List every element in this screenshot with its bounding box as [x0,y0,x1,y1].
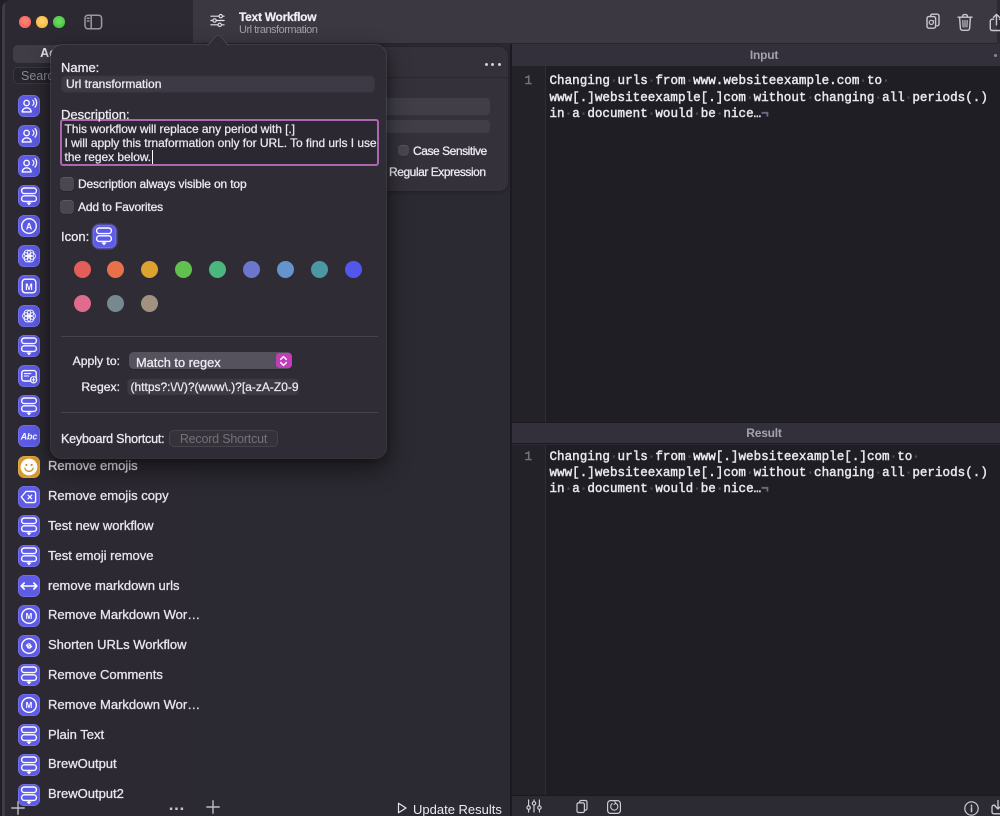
svg-text:A: A [26,222,33,232]
svg-text:M: M [25,282,33,292]
svg-text:Abc: Abc [20,431,38,441]
svg-text:M: M [26,612,33,621]
svg-text:M: M [26,701,33,710]
